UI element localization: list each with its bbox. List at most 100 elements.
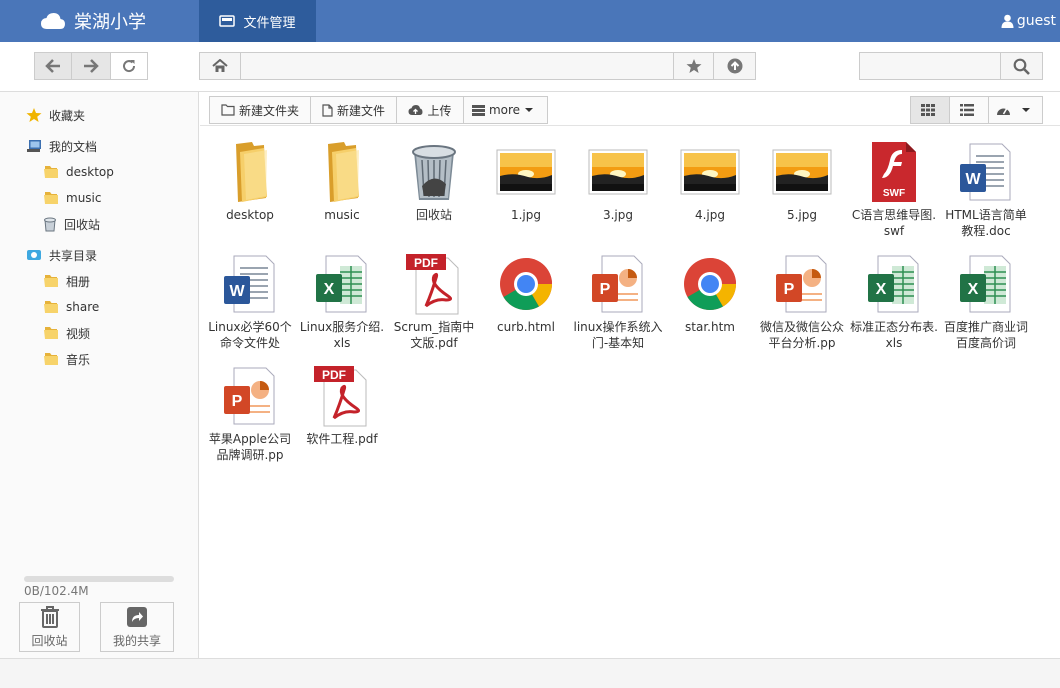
file-item[interactable]: X 标准正态分布表.xls (848, 252, 940, 351)
file-name: Linux必学60个命令文件处 (208, 320, 292, 350)
file-name: desktop (226, 208, 274, 222)
home-button[interactable] (199, 52, 241, 80)
user-menu[interactable]: guest (1001, 0, 1056, 42)
grid-view-button[interactable] (910, 96, 950, 124)
pdf-file-icon: PDF (402, 252, 466, 316)
sidebar-item-recycle-bin[interactable]: 回收站 (43, 213, 100, 235)
file-item[interactable]: Plinux操作系统入门-基本知 (572, 252, 664, 351)
folder-icon (44, 192, 58, 204)
file-item[interactable]: 3.jpg (572, 140, 664, 223)
file-item[interactable]: P 微信及微信公众平台分析.pp (756, 252, 848, 351)
file-item[interactable]: SWF C语言思维导图.swf (848, 140, 940, 239)
upload-button[interactable]: 上传 (396, 96, 464, 124)
brand[interactable]: 棠湖小学 (40, 0, 146, 42)
refresh-button[interactable] (110, 52, 148, 80)
image-file-icon (770, 140, 834, 204)
file-name: HTML语言简单教程.doc (945, 208, 1027, 238)
more-label: more (488, 103, 521, 117)
file-item[interactable]: P 苹果Apple公司品牌调研.pp (204, 364, 296, 463)
list-view-icon (960, 104, 974, 116)
file-item[interactable]: 4.jpg (664, 140, 756, 223)
file-name: Scrum_指南中文版.pdf (393, 320, 475, 350)
sidebar-item-video[interactable]: 视频 (43, 322, 90, 344)
folder-outline-icon (221, 104, 235, 116)
recycle-bin-button[interactable]: 回收站 (19, 602, 80, 652)
powerpoint-file-icon: P (218, 364, 282, 428)
file-item[interactable]: star.htm (664, 252, 756, 335)
file-item[interactable]: PDF 软件工程.pdf (296, 364, 388, 447)
hdd-icon (219, 15, 236, 27)
forward-button[interactable] (71, 52, 111, 80)
folder-icon (310, 140, 374, 204)
favorite-button[interactable] (673, 52, 714, 80)
up-level-button[interactable] (713, 52, 756, 80)
file-item[interactable]: 5.jpg (756, 140, 848, 223)
caret-down-icon (1021, 108, 1030, 112)
settings-dropdown[interactable] (988, 96, 1043, 124)
back-button[interactable] (34, 52, 72, 80)
new-folder-label: 新建文件夹 (238, 103, 299, 118)
sidebar-item-my-documents[interactable]: 我的文档 (26, 135, 97, 157)
pdf-file-icon: PDF (310, 364, 374, 428)
file-item[interactable]: music (296, 140, 388, 223)
svg-text:X: X (324, 281, 335, 298)
folder-icon (44, 166, 58, 178)
caret-down-icon (525, 108, 534, 112)
user-name: guest (1016, 13, 1056, 29)
sidebar-item-label: music (66, 191, 102, 205)
powerpoint-file-icon: P (586, 252, 650, 316)
action-toolbar: 新建文件夹 新建文件 上传 more (200, 94, 1060, 126)
file-name: 百度推广商业词 百度高价词 (943, 320, 1028, 350)
file-item[interactable]: 回收站 (388, 140, 480, 223)
more-dropdown[interactable]: more (463, 96, 548, 124)
sidebar-item-label: share (66, 300, 100, 314)
sidebar-item-music-shared[interactable]: 音乐 (43, 348, 90, 370)
file-item[interactable]: W HTML语言简单教程.doc (940, 140, 1032, 239)
chrome-html-icon (678, 252, 742, 316)
file-name: C语言思维导图.swf (851, 208, 937, 238)
search-button[interactable] (1000, 52, 1043, 80)
footer-bar (0, 658, 1060, 688)
cloud-icon (41, 13, 65, 29)
image-file-icon (586, 140, 650, 204)
file-item[interactable]: X Linux服务介绍.xls (296, 252, 388, 351)
sidebar-item-album[interactable]: 相册 (43, 270, 90, 292)
sidebar-item-music[interactable]: music (43, 187, 101, 209)
shared-drive-icon (27, 250, 41, 260)
address-input[interactable] (240, 52, 674, 80)
svg-text:PDF: PDF (322, 368, 346, 382)
sidebar-item-desktop[interactable]: desktop (43, 161, 114, 183)
arrow-right-icon (84, 59, 99, 73)
file-item[interactable]: 1.jpg (480, 140, 572, 223)
new-folder-button[interactable]: 新建文件夹 (209, 96, 311, 124)
sidebar-item-share[interactable]: share (43, 296, 99, 318)
file-item[interactable]: desktop (204, 140, 296, 223)
file-item[interactable]: X 百度推广商业词 百度高价词 (940, 252, 1032, 351)
folder-icon (218, 140, 282, 204)
grid-icon (921, 104, 935, 116)
tab-file-manager[interactable]: 文件管理 (199, 0, 316, 42)
file-item[interactable]: curb.html (480, 252, 572, 335)
file-name: 回收站 (415, 208, 452, 222)
sidebar-item-label: 回收站 (64, 217, 101, 232)
sidebar-item-label: 我的文档 (49, 139, 98, 154)
file-name: 微信及微信公众平台分析.pp (759, 320, 844, 350)
list-view-button[interactable] (949, 96, 989, 124)
file-item[interactable]: PDF Scrum_指南中文版.pdf (388, 252, 480, 351)
chrome-html-icon (494, 252, 558, 316)
share-icon (127, 606, 147, 627)
sidebar-item-shared[interactable]: 共享目录 (26, 244, 97, 266)
quota-bar (24, 576, 174, 582)
sidebar-item-favorites[interactable]: 收藏夹 (26, 104, 85, 126)
file-name: 1.jpg (510, 208, 542, 222)
folder-icon (44, 275, 58, 287)
word-file-icon: W (218, 252, 282, 316)
star-icon (26, 108, 42, 122)
my-share-button[interactable]: 我的共享 (100, 602, 174, 652)
my-share-button-label: 我的共享 (112, 633, 161, 648)
new-file-button[interactable]: 新建文件 (310, 96, 397, 124)
file-item[interactable]: W Linux必学60个命令文件处 (204, 252, 296, 351)
quota-text: 0B/102.4M (24, 584, 89, 598)
search-input[interactable] (859, 52, 1001, 80)
recycle-bin-button-label: 回收站 (31, 633, 68, 648)
